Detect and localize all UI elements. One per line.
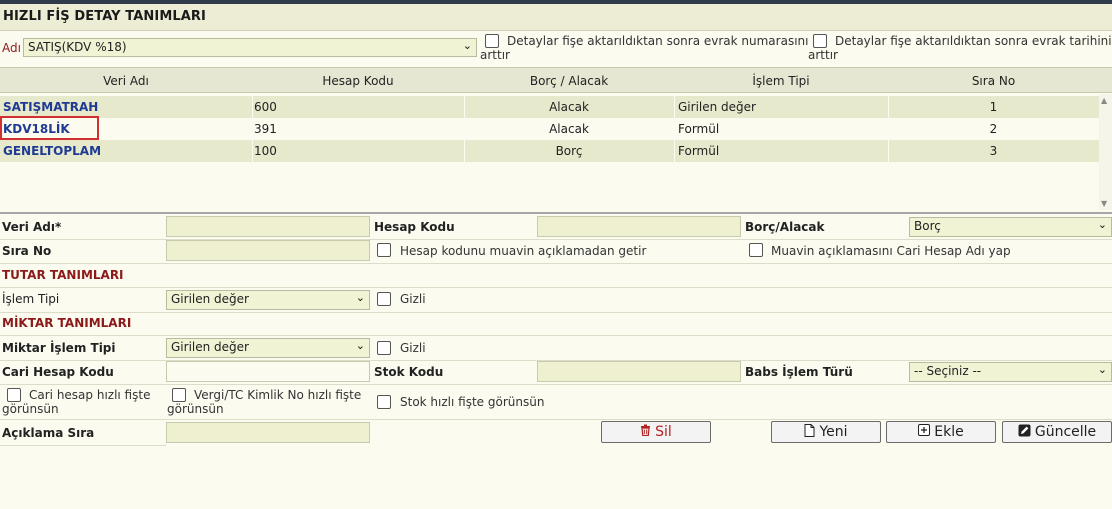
cari-hizli-label-2: görünsün <box>2 402 59 416</box>
trash-icon <box>640 424 651 440</box>
cari-hesap-kodu-label: Cari Hesap Kodu <box>2 365 114 379</box>
stok-hizli-label: Stok hızlı fişte görünsün <box>400 395 545 409</box>
veri-adi-label: Veri Adı* <box>2 220 62 234</box>
sil-button[interactable]: Sil <box>601 421 711 443</box>
cell-veri-adi[interactable]: SATIŞMATRAH <box>3 100 98 114</box>
aciklama-sira-label: Açıklama Sıra <box>2 426 95 440</box>
islem-tipi-value: Girilen değer <box>171 292 249 306</box>
aciklama-sira-input[interactable] <box>166 422 370 443</box>
evrak-no-checkbox[interactable] <box>485 34 499 48</box>
cell-hesap-kodu: 391 <box>254 122 277 136</box>
evrak-no-label-1: Detaylar fişe aktarıldıktan sonra evrak … <box>507 34 809 48</box>
gizli-checkbox[interactable] <box>377 292 391 306</box>
cell-hesap-kodu: 100 <box>254 144 277 158</box>
col-islem-tipi[interactable]: İşlem Tipi <box>674 74 888 88</box>
cell-islem-tipi: Formül <box>678 122 720 136</box>
miktar-section-title: MİKTAR TANIMLARI <box>2 316 132 330</box>
chevron-down-icon: ⌄ <box>355 339 365 352</box>
babs-label: Babs İşlem Türü <box>745 365 853 379</box>
sira-no-input[interactable] <box>166 240 370 261</box>
evrak-no-label-2: arttır <box>480 48 510 62</box>
miktar-islem-tipi-select[interactable]: Girilen değer ⌄ <box>166 338 370 358</box>
selection-highlight <box>0 116 99 140</box>
cell-hesap-kodu: 600 <box>254 100 277 114</box>
cell-islem-tipi: Formül <box>678 144 720 158</box>
evrak-tarih-label-2: arttır <box>808 48 838 62</box>
hesap-kodu-input[interactable] <box>537 216 741 237</box>
guncelle-button[interactable]: Güncelle <box>1002 421 1112 443</box>
ekle-button-label: Ekle <box>934 424 964 440</box>
adi-label: Adı <box>2 41 21 55</box>
hesap-kodu-label: Hesap Kodu <box>374 220 455 234</box>
adi-select[interactable]: SATIŞ(KDV %18) ⌄ <box>23 38 477 57</box>
tutar-section-title: TUTAR TANIMLARI <box>2 268 124 282</box>
veri-adi-input[interactable] <box>166 216 370 237</box>
borc-alacak-label: Borç/Alacak <box>745 220 825 234</box>
cari-hizli-label-1: Cari hesap hızlı fişte <box>29 388 151 402</box>
cell-veri-adi[interactable]: GENELTOPLAM <box>3 144 101 158</box>
yeni-button[interactable]: Yeni <box>771 421 881 443</box>
page-title: HIZLI FİŞ DETAY TANIMLARI <box>3 9 206 24</box>
muavin-getir-checkbox[interactable] <box>377 243 391 257</box>
stok-kodu-label: Stok Kodu <box>374 365 444 379</box>
ekle-button[interactable]: Ekle <box>886 421 996 443</box>
table-row[interactable]: SATIŞMATRAH 600 Alacak Girilen değer 1 <box>0 96 1099 118</box>
cell-sira-no: 3 <box>989 144 998 158</box>
borc-alacak-select[interactable]: Borç ⌄ <box>909 217 1112 237</box>
cell-borc-alacak: Alacak <box>549 100 589 114</box>
babs-value: -- Seçiniz -- <box>914 364 982 378</box>
divider <box>0 212 1112 214</box>
sil-button-label: Sil <box>655 424 672 440</box>
cari-hesap-kodu-input[interactable] <box>166 361 370 382</box>
adi-select-value: SATIŞ(KDV %18) <box>28 40 127 54</box>
chevron-down-icon: ⌄ <box>1097 363 1107 376</box>
chevron-down-icon: ⌄ <box>1097 218 1107 231</box>
babs-select[interactable]: -- Seçiniz -- ⌄ <box>909 362 1112 382</box>
gizli2-checkbox[interactable] <box>377 341 391 355</box>
grid-body: SATIŞMATRAH 600 Alacak Girilen değer 1 K… <box>0 94 1099 210</box>
edit-icon <box>1018 424 1031 441</box>
guncelle-button-label: Güncelle <box>1034 424 1097 440</box>
sira-no-label: Sıra No <box>2 244 52 258</box>
vergi-label-1: Vergi/TC Kimlik No hızlı fişte <box>194 388 362 402</box>
evrak-tarih-checkbox[interactable] <box>813 34 827 48</box>
cari-hizli-checkbox[interactable] <box>7 388 21 402</box>
col-hesap-kodu[interactable]: Hesap Kodu <box>252 74 464 88</box>
vergi-label-2: görünsün <box>167 402 224 416</box>
cell-borc-alacak: Alacak <box>549 122 589 136</box>
table-row[interactable]: KDV18LİK 391 Alacak Formül 2 <box>0 118 1099 140</box>
vergi-checkbox[interactable] <box>172 388 186 402</box>
col-borc-alacak[interactable]: Borç / Alacak <box>464 74 674 88</box>
cell-sira-no: 1 <box>989 100 998 114</box>
yeni-button-label: Yeni <box>819 424 848 440</box>
col-sira-no[interactable]: Sıra No <box>888 74 1099 88</box>
evrak-tarih-label-1: Detaylar fişe aktarıldıktan sonra evrak … <box>835 34 1112 48</box>
cell-islem-tipi: Girilen değer <box>678 100 756 114</box>
gizli2-label: Gizli <box>400 341 426 355</box>
col-veri-adi[interactable]: Veri Adı <box>0 74 252 88</box>
muavin-getir-label: Hesap kodunu muavin açıklamadan getir <box>400 244 647 258</box>
islem-tipi-label: İşlem Tipi <box>2 292 60 306</box>
cell-sira-no: 2 <box>989 122 998 136</box>
islem-tipi-select[interactable]: Girilen değer ⌄ <box>166 290 370 310</box>
muavin-cari-checkbox[interactable] <box>749 243 763 257</box>
grid-header: Veri Adı Hesap Kodu Borç / Alacak İşlem … <box>0 67 1112 93</box>
document-icon <box>804 423 815 441</box>
chevron-down-icon: ⌄ <box>462 39 472 52</box>
miktar-islem-tipi-label: Miktar İşlem Tipi <box>2 341 116 355</box>
scroll-down-icon[interactable]: ▼ <box>1101 199 1107 208</box>
scroll-up-icon[interactable]: ▲ <box>1101 96 1107 105</box>
muavin-cari-label: Muavin açıklamasını Cari Hesap Adı yap <box>771 244 1011 258</box>
grid-scrollbar[interactable]: ▲ ▼ <box>1099 94 1112 210</box>
stok-kodu-input[interactable] <box>537 361 741 382</box>
stok-hizli-checkbox[interactable] <box>377 395 391 409</box>
plus-square-icon <box>918 424 931 440</box>
cell-borc-alacak: Borç <box>555 144 583 158</box>
chevron-down-icon: ⌄ <box>355 291 365 304</box>
borc-alacak-value: Borç <box>914 219 941 233</box>
gizli-label: Gizli <box>400 292 426 306</box>
table-row[interactable]: GENELTOPLAM 100 Borç Formül 3 <box>0 140 1099 162</box>
miktar-islem-tipi-value: Girilen değer <box>171 340 249 354</box>
